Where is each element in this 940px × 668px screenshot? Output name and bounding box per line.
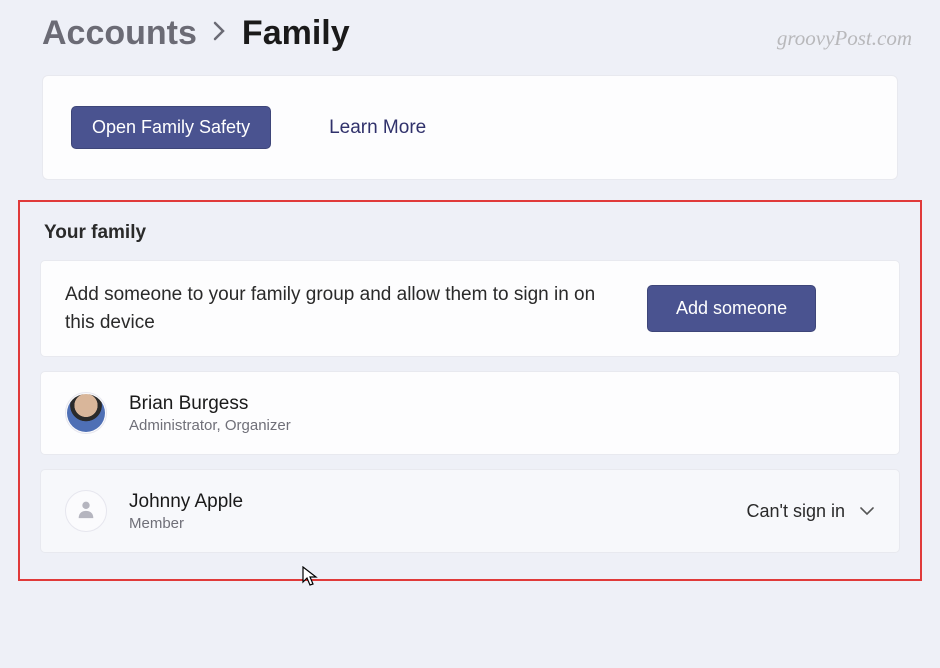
signin-status-dropdown[interactable]: Can't sign in [747,501,876,522]
avatar [65,490,107,532]
add-someone-card: Add someone to your family group and all… [40,260,900,357]
watermark: groovyPost.com [777,26,912,51]
chevron-right-icon [213,21,226,47]
member-role: Administrator, Organizer [129,417,875,434]
add-someone-button[interactable]: Add someone [647,285,816,332]
member-name: Johnny Apple [129,491,725,513]
family-safety-card: Open Family Safety Learn More [42,75,898,180]
breadcrumb-current: Family [242,14,350,53]
open-family-safety-button[interactable]: Open Family Safety [71,106,271,149]
member-role: Member [129,515,725,532]
section-title: Your family [40,218,900,260]
add-helper-text: Add someone to your family group and all… [65,281,625,336]
learn-more-link[interactable]: Learn More [329,117,426,139]
member-name: Brian Burgess [129,393,875,415]
status-label: Can't sign in [747,501,846,522]
family-member-row[interactable]: Johnny Apple Member Can't sign in [40,469,900,553]
breadcrumb-parent[interactable]: Accounts [42,14,197,53]
person-icon [75,498,97,525]
avatar [65,392,107,434]
family-member-row[interactable]: Brian Burgess Administrator, Organizer [40,371,900,455]
chevron-down-icon [859,503,875,519]
avatar-image [67,394,105,432]
your-family-section: Your family Add someone to your family g… [18,200,922,581]
